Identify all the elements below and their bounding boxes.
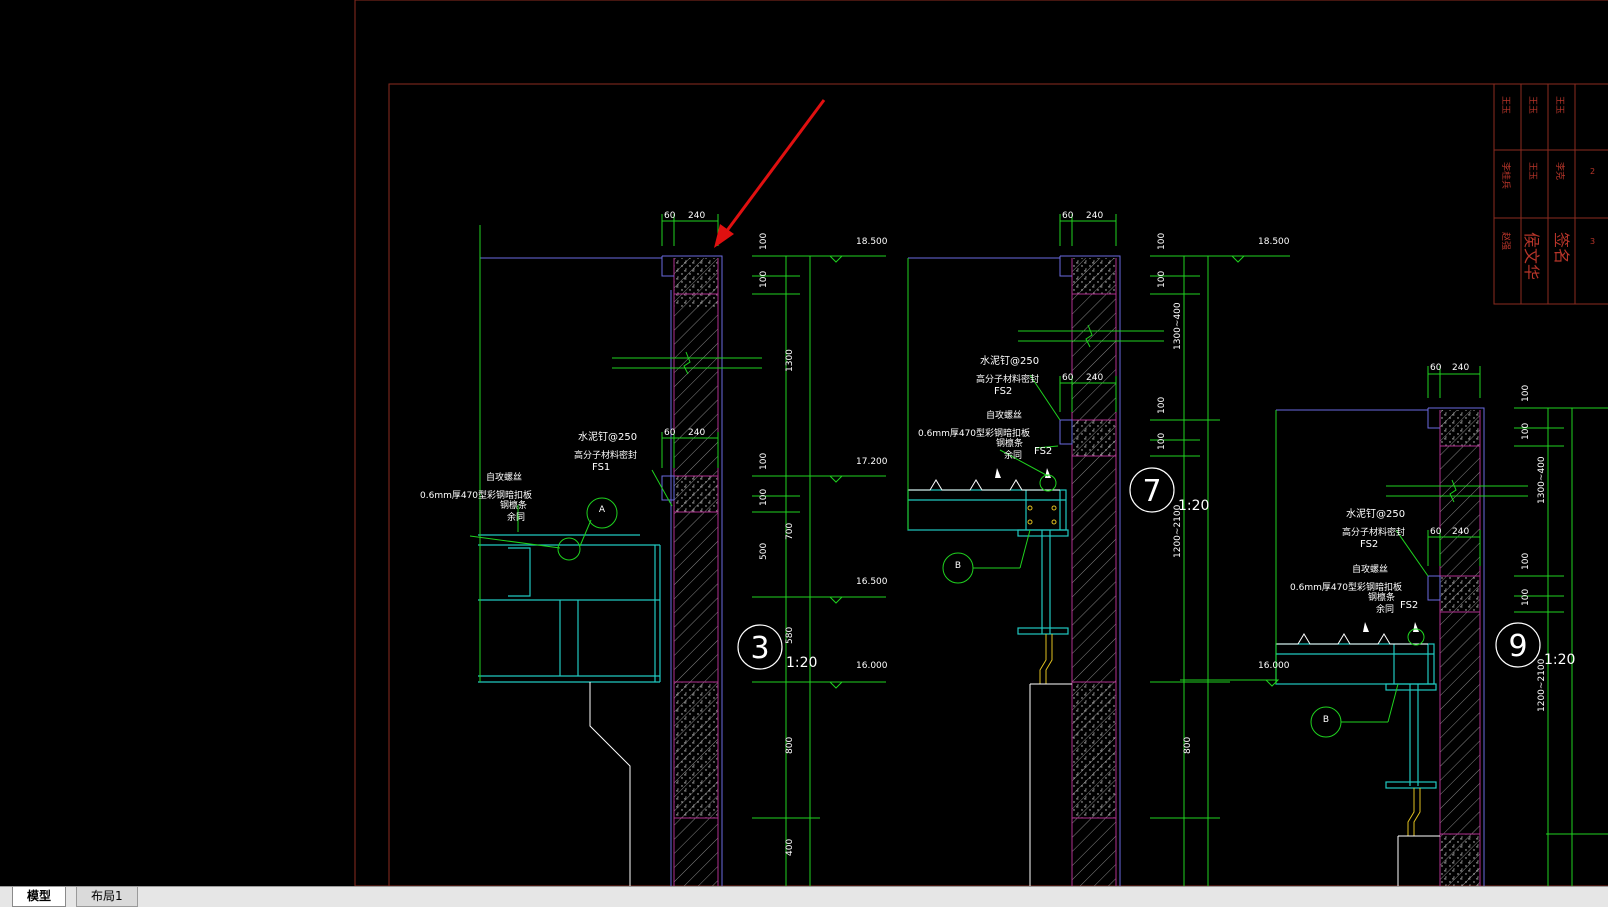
svg-text:60: 60 — [1062, 211, 1074, 221]
svg-text:钢檩条: 钢檩条 — [500, 499, 527, 511]
svg-text:100: 100 — [759, 489, 769, 506]
svg-text:60: 60 — [664, 428, 676, 438]
svg-text:60: 60 — [1062, 373, 1074, 383]
svg-text:余同: 余同 — [507, 511, 525, 523]
svg-text:自攻螺丝: 自攻螺丝 — [986, 409, 1022, 421]
svg-text:B: B — [1323, 715, 1329, 725]
svg-text:800: 800 — [785, 737, 795, 754]
svg-text:100: 100 — [1157, 433, 1167, 450]
svg-text:钢檩条: 钢檩条 — [1368, 591, 1395, 603]
svg-text:0.6mm厚470型彩钢暗扣板: 0.6mm厚470型彩钢暗扣板 — [1290, 581, 1402, 593]
tab-layout1[interactable]: 布局1 — [76, 887, 138, 907]
svg-text:王玉: 王玉 — [1554, 96, 1565, 114]
svg-text:0.6mm厚470型彩钢暗扣板: 0.6mm厚470型彩钢暗扣板 — [420, 489, 532, 501]
svg-text:水泥钉@250: 水泥钉@250 — [578, 430, 637, 443]
svg-text:A: A — [599, 505, 606, 515]
svg-text:18.500: 18.500 — [856, 237, 888, 247]
detail-9-number: 9 — [1508, 629, 1527, 664]
svg-text:240: 240 — [1452, 527, 1469, 537]
svg-text:100: 100 — [1521, 385, 1531, 402]
svg-text:18.500: 18.500 — [1258, 237, 1290, 247]
title-signature-2: 签名 — [1552, 232, 1571, 264]
svg-text:580: 580 — [785, 627, 795, 644]
svg-text:500: 500 — [759, 543, 769, 560]
svg-text:400: 400 — [785, 839, 795, 856]
svg-text:16.000: 16.000 — [856, 661, 888, 671]
svg-text:水泥钉@250: 水泥钉@250 — [980, 354, 1039, 367]
svg-text:100: 100 — [759, 453, 769, 470]
svg-text:240: 240 — [1086, 373, 1103, 383]
svg-text:100: 100 — [1521, 423, 1531, 440]
detail-9-scale: 1:20 — [1544, 652, 1575, 668]
svg-text:16.000: 16.000 — [1258, 661, 1290, 671]
layout-tab-bar: 模型 布局1 — [0, 886, 1608, 907]
drawing-frame — [354, 0, 1608, 886]
svg-text:王玉: 王玉 — [1527, 96, 1538, 114]
detail-3[interactable]: 3 1:20 60 240 60 240 18.500 17.200 16.50… — [420, 211, 888, 886]
svg-text:FS2: FS2 — [994, 386, 1012, 397]
svg-text:100: 100 — [759, 271, 769, 288]
detail-3-number: 3 — [750, 631, 769, 666]
svg-text:100: 100 — [1157, 271, 1167, 288]
svg-text:0.6mm厚470型彩钢暗扣板: 0.6mm厚470型彩钢暗扣板 — [918, 427, 1030, 439]
svg-text:60: 60 — [1430, 363, 1442, 373]
svg-text:高分子材料密封: 高分子材料密封 — [1342, 526, 1405, 538]
svg-text:100: 100 — [1157, 233, 1167, 250]
svg-text:240: 240 — [1086, 211, 1103, 221]
svg-text:1300~400: 1300~400 — [1173, 302, 1183, 350]
svg-text:FS1: FS1 — [592, 462, 610, 473]
svg-text:王玉: 王玉 — [1500, 96, 1511, 114]
title-cell-0: 李桂兵 — [1500, 162, 1512, 189]
svg-text:钢檩条: 钢檩条 — [996, 437, 1023, 449]
detail-3-scale: 1:20 — [786, 655, 817, 671]
svg-text:100: 100 — [1521, 553, 1531, 570]
svg-text:16.500: 16.500 — [856, 577, 888, 587]
title-cell-2: 李克 — [1554, 162, 1566, 180]
detail-7-number: 7 — [1142, 474, 1161, 509]
svg-text:1200~2100: 1200~2100 — [1173, 504, 1183, 558]
title-cell-3: 赵强 — [1500, 232, 1512, 250]
svg-text:FS2: FS2 — [1360, 539, 1378, 550]
title-cell-1: 王玉 — [1527, 162, 1538, 180]
svg-text:240: 240 — [688, 428, 705, 438]
svg-text:自攻螺丝: 自攻螺丝 — [1352, 563, 1388, 575]
detail-9[interactable]: 9 1:20 60 240 60 240 16.000 100 100 1300… — [1180, 363, 1608, 886]
svg-text:240: 240 — [688, 211, 705, 221]
svg-text:B: B — [955, 561, 961, 571]
svg-text:高分子材料密封: 高分子材料密封 — [574, 449, 637, 461]
svg-text:60: 60 — [664, 211, 676, 221]
svg-text:1300: 1300 — [785, 349, 795, 372]
svg-text:1200~2100: 1200~2100 — [1537, 658, 1547, 712]
svg-text:240: 240 — [1452, 363, 1469, 373]
detail-7[interactable]: 7 1:20 60 240 60 240 18.500 100 100 1300… — [907, 211, 1290, 886]
title-cell-6: 2 — [1590, 167, 1595, 176]
svg-text:余同: 余同 — [1376, 603, 1394, 615]
svg-text:100: 100 — [759, 233, 769, 250]
tab-model[interactable]: 模型 — [12, 887, 67, 907]
svg-text:水泥钉@250: 水泥钉@250 — [1346, 507, 1405, 520]
svg-text:60: 60 — [1430, 527, 1442, 537]
svg-text:100: 100 — [1157, 397, 1167, 414]
svg-text:17.200: 17.200 — [856, 457, 888, 467]
svg-text:FS2: FS2 — [1034, 446, 1052, 457]
cad-model-space[interactable]: 王玉 王玉 王玉 李桂兵 王玉 李克 赵强 侯文华 签名 2 3 3 1:20 … — [0, 0, 1608, 886]
red-annotation-arrow — [714, 99, 826, 248]
svg-text:100: 100 — [1521, 589, 1531, 606]
svg-text:高分子材料密封: 高分子材料密封 — [976, 373, 1039, 385]
svg-text:700: 700 — [785, 523, 795, 540]
svg-text:FS2: FS2 — [1400, 600, 1418, 611]
title-block — [1493, 83, 1608, 305]
svg-text:1300~400: 1300~400 — [1537, 456, 1547, 504]
title-signature-1: 侯文华 — [1522, 232, 1541, 280]
svg-text:自攻螺丝: 自攻螺丝 — [486, 471, 522, 483]
svg-text:余同: 余同 — [1004, 449, 1022, 461]
svg-text:800: 800 — [1183, 737, 1193, 754]
title-cell-7: 3 — [1590, 237, 1595, 246]
